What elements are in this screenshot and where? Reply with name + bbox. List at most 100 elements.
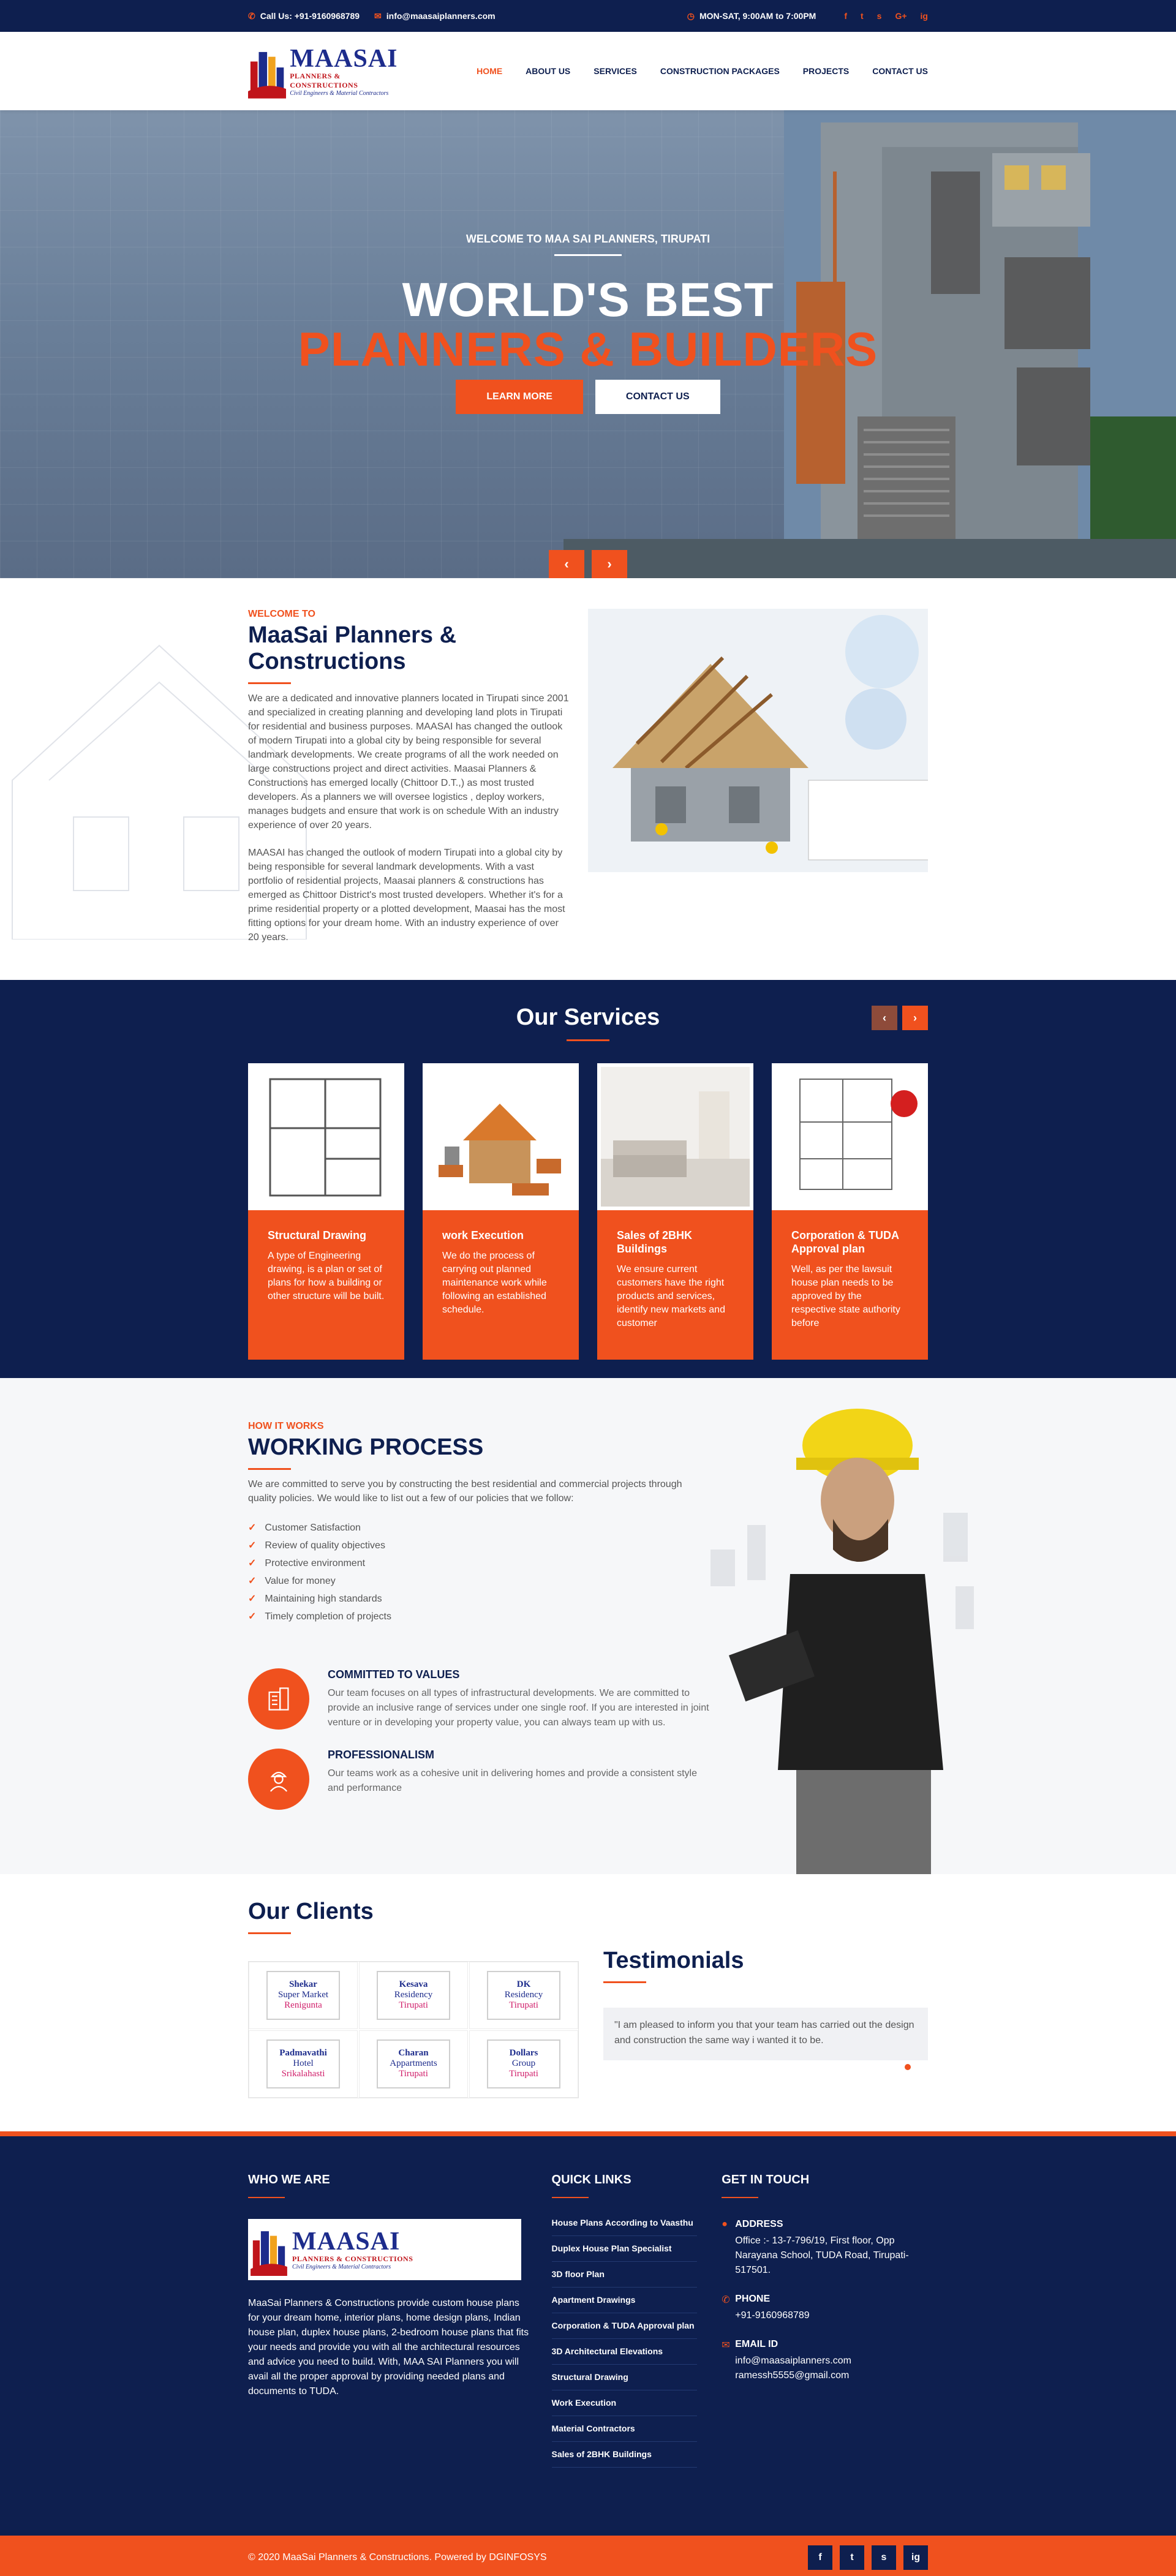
phone-heading: PHONE xyxy=(735,2294,771,2304)
list-item: ✓ Protective environment xyxy=(248,1554,714,1572)
nav-services[interactable]: SERVICES xyxy=(594,66,637,76)
service-title: Sales of 2BHK Buildings xyxy=(617,1229,693,1255)
nav-projects[interactable]: PROJECTS xyxy=(803,66,849,76)
slider-prev-button[interactable]: ‹ xyxy=(549,550,584,578)
email-contact[interactable]: ✉ info@maasaiplanners.com xyxy=(374,11,496,21)
testimonial-quote: "I am pleased to inform you that your te… xyxy=(603,2008,928,2060)
hero-subtitle: PLANNERS & BUILDERS xyxy=(298,322,878,376)
address-block: ● ADDRESS Office :- 13-7-796/19, First fl… xyxy=(722,2219,928,2278)
construction-image xyxy=(588,609,928,872)
title-underline xyxy=(248,1468,291,1470)
address-text: Office :- 13-7-796/19, First floor, Opp … xyxy=(735,2235,909,2275)
twitter-icon[interactable]: t xyxy=(840,2545,864,2570)
hero-slider: WELCOME TO MAA SAI PLANNERS, TIRUPATI WO… xyxy=(0,110,1176,578)
hours: ◷ MON-SAT, 9:00AM to 7:00PM xyxy=(687,11,816,21)
quick-link[interactable]: 3D Architectural Elevations xyxy=(551,2339,698,2365)
slider-next-button[interactable]: › xyxy=(592,550,627,578)
process-title: WORKING PROCESS xyxy=(248,1434,484,1460)
service-card[interactable]: Structural Drawing A type of Engineering… xyxy=(248,1063,404,1360)
quick-link[interactable]: Material Contractors xyxy=(551,2416,698,2442)
check-icon: ✓ xyxy=(248,1558,257,1569)
testimonials: Testimonials "I am pleased to inform you… xyxy=(603,1899,928,2098)
quick-link[interactable]: Work Execution xyxy=(551,2390,698,2416)
check-icon: ✓ xyxy=(248,1523,257,1533)
services-underline xyxy=(567,1039,609,1041)
footer-underline xyxy=(551,2197,589,2198)
phone-contact[interactable]: ✆ Call Us: +91-9160968789 xyxy=(248,11,360,21)
quick-link[interactable]: Sales of 2BHK Buildings xyxy=(551,2442,698,2468)
facebook-icon[interactable]: f xyxy=(808,2545,832,2570)
feature-text: Our team focuses on all types of infrast… xyxy=(328,1688,709,1728)
client-logo: Dollars Group Tirupati xyxy=(469,2030,578,2098)
quick-link[interactable]: Duplex House Plan Specialist xyxy=(551,2236,698,2262)
facebook-icon[interactable]: f xyxy=(844,11,847,21)
skype-icon[interactable]: s xyxy=(877,11,882,21)
services-next-button[interactable]: › xyxy=(902,1006,928,1030)
testimonials-title: Testimonials xyxy=(603,1948,744,1973)
twitter-icon[interactable]: t xyxy=(861,11,864,21)
footer-heading: QUICK LINKS xyxy=(551,2173,631,2186)
service-title: work Execution xyxy=(442,1229,524,1241)
check-icon: ✓ xyxy=(248,1576,257,1586)
footer-quick-links: QUICK LINKS House Plans According to Vaa… xyxy=(551,2173,698,2468)
logo-name: MAASAI xyxy=(292,2228,401,2256)
carousel-dot[interactable] xyxy=(905,2064,911,2070)
hero-divider xyxy=(554,254,622,256)
building-icon xyxy=(248,1668,309,1730)
mail-icon: ✉ xyxy=(374,10,382,21)
quick-link[interactable]: House Plans According to Vaasthu xyxy=(551,2210,698,2236)
client-logo: Kesava Residency Tirupati xyxy=(359,1962,468,2029)
site-logo[interactable]: MAASAI PLANNERS & CONSTRUCTIONS Civil En… xyxy=(248,40,407,102)
phone-number[interactable]: +91-9160968789 xyxy=(735,2308,809,2323)
phone-icon: ✆ xyxy=(248,10,255,21)
footer-underline xyxy=(248,2197,285,2198)
footer-who-we-are: WHO WE ARE MAASAI PLANNERS & CONSTRUCTIO… xyxy=(248,2173,533,2468)
main-nav: HOME ABOUT US SERVICES CONSTRUCTION PACK… xyxy=(453,66,928,76)
service-card[interactable]: Sales of 2BHK Buildings We ensure curren… xyxy=(597,1063,753,1360)
quick-link[interactable]: 3D floor Plan xyxy=(551,2262,698,2288)
quick-link[interactable]: Apartment Drawings xyxy=(551,2288,698,2313)
service-text: We ensure current customers have the rig… xyxy=(617,1264,725,1328)
service-title: Structural Drawing xyxy=(268,1229,367,1241)
nav-about-us[interactable]: ABOUT US xyxy=(526,66,570,76)
feature-text: Our teams work as a cohesive unit in del… xyxy=(328,1768,697,1793)
instagram-icon[interactable]: ig xyxy=(921,11,928,21)
email-block: ✉ EMAIL ID info@maasaiplanners.com ramessh… xyxy=(722,2339,928,2383)
service-text: A type of Engineering drawing, is a plan… xyxy=(268,1251,385,1301)
quick-link[interactable]: Structural Drawing xyxy=(551,2365,698,2390)
service-text: Well, as per the lawsuit house plan need… xyxy=(791,1264,900,1328)
about-section: WELCOME TO MaaSai Planners & Constructio… xyxy=(0,578,1176,980)
title-underline xyxy=(248,1932,291,1934)
google-plus-icon[interactable]: G+ xyxy=(895,11,907,21)
footer-underline xyxy=(722,2197,759,2198)
logo-subtitle: PLANNERS & CONSTRUCTIONS xyxy=(290,71,358,89)
email-text: info@maasaiplanners.com xyxy=(386,11,496,21)
footer-logo[interactable]: MAASAI PLANNERS & CONSTRUCTIONS Civil En… xyxy=(248,2219,521,2280)
service-text: We do the process of carrying out planne… xyxy=(442,1251,547,1315)
email-address[interactable]: ramessh5555@gmail.com xyxy=(735,2368,851,2383)
footer-heading: WHO WE ARE xyxy=(248,2173,330,2186)
services-prev-button[interactable]: ‹ xyxy=(872,1006,897,1030)
about-paragraph-2: MAASAI has changed the outlook of modern… xyxy=(248,848,565,943)
logo-name: MAASAI xyxy=(290,44,398,73)
clients-section: Our Clients Shekar Super Market Renigunta … xyxy=(0,1874,1176,2131)
learn-more-button[interactable]: LEARN MORE xyxy=(456,380,583,414)
service-card[interactable]: work Execution We do the process of carr… xyxy=(423,1063,579,1360)
hours-text: MON-SAT, 9:00AM to 7:00PM xyxy=(699,11,816,21)
instagram-icon[interactable]: ig xyxy=(903,2545,928,2570)
quick-link[interactable]: Corporation & TUDA Approval plan xyxy=(551,2313,698,2339)
working-process-section: HOW IT WORKS WORKING PROCESS We are comm… xyxy=(0,1378,1176,1874)
list-item: ✓ Value for money xyxy=(248,1572,714,1590)
nav-contact-us[interactable]: CONTACT US xyxy=(872,66,928,76)
logo-buildings-icon xyxy=(248,51,287,99)
skype-icon[interactable]: s xyxy=(872,2545,896,2570)
email-address[interactable]: info@maasaiplanners.com xyxy=(735,2354,851,2368)
clients-grid: Shekar Super Market Renigunta Kesava Reside… xyxy=(248,1961,579,2098)
service-card[interactable]: Corporation & TUDA Approval plan Well, a… xyxy=(772,1063,928,1360)
contact-us-button[interactable]: CONTACT US xyxy=(595,380,720,414)
nav-construction-packages[interactable]: CONSTRUCTION PACKAGES xyxy=(660,66,780,76)
nav-home[interactable]: HOME xyxy=(477,66,502,76)
feature-title: COMMITTED TO VALUES xyxy=(328,1668,460,1681)
about-title: MaaSai Planners & Constructions xyxy=(248,622,457,674)
footer-heading: GET IN TOUCH xyxy=(722,2173,810,2186)
